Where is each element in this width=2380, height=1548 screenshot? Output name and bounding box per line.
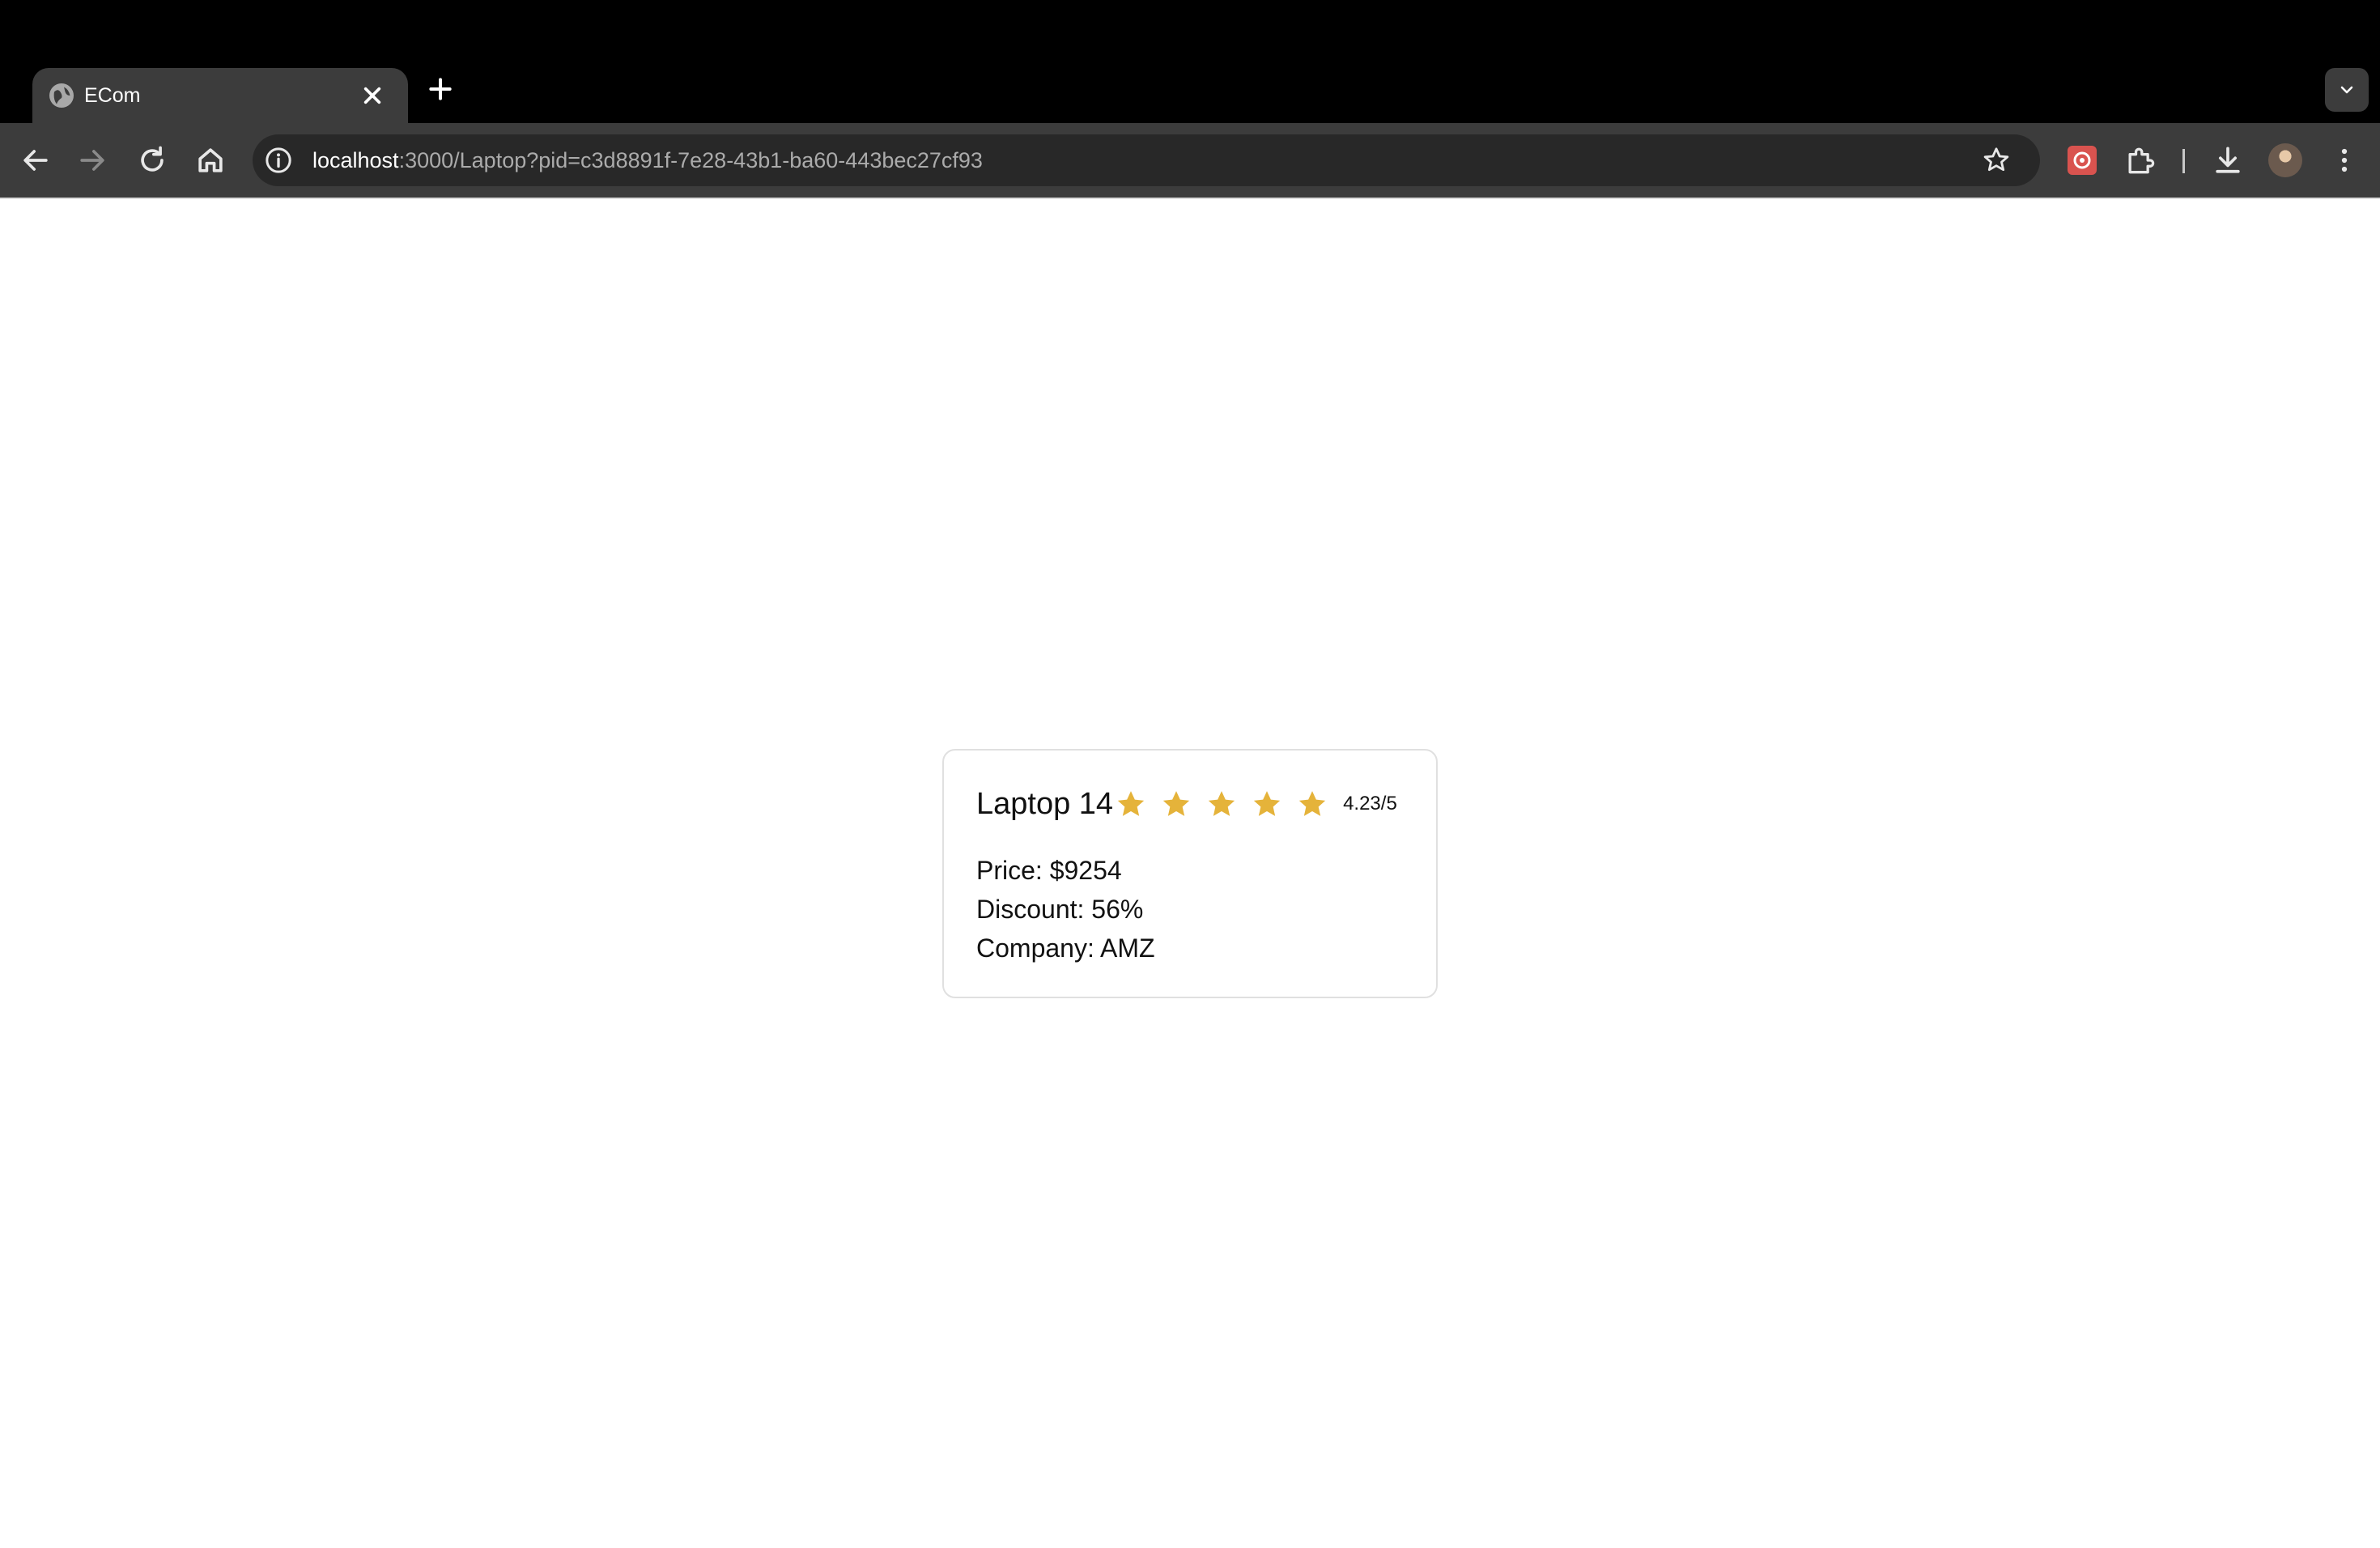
plus-icon[interactable] [424,73,457,105]
address-bar[interactable]: localhost:3000/Laptop?pid=c3d8891f-7e28-… [253,134,2040,186]
url-host: localhost [312,148,399,172]
home-icon[interactable] [193,142,228,178]
info-icon[interactable] [262,144,295,176]
globe-icon [47,81,76,110]
url-path: :3000/Laptop?pid=c3d8891f-7e28-43b1-ba60… [398,148,983,172]
tab-strip: ECom [0,0,2380,123]
rating-value: 4.23/5 [1343,793,1397,814]
star-icon [1298,791,1326,816]
company-text: Company: AMZ [976,933,1155,963]
close-icon[interactable] [356,79,389,112]
product-card: Laptop 14 4.23/5 Price: $9254 Discount: … [942,749,1438,998]
price-text: Price: $9254 [976,856,1122,885]
download-icon[interactable] [2210,142,2246,178]
arrow-right-icon[interactable] [74,142,110,178]
tab-search-button[interactable] [2325,68,2369,112]
browser-toolbar: localhost:3000/Laptop?pid=c3d8891f-7e28-… [0,123,2380,198]
tab-title: ECom [84,84,141,107]
star-icon [1208,791,1235,816]
product-header: Laptop 14 4.23/5 [976,785,1397,823]
puzzle-icon[interactable] [2123,142,2158,178]
toolbar-divider [2182,149,2185,173]
star-icon [1162,791,1190,816]
chevron-down-icon [2340,86,2353,94]
star-icon [1117,791,1145,816]
product-name: Laptop 14 [976,786,1114,821]
app-extension-icon[interactable] [2068,146,2097,175]
star-outline-icon[interactable] [1980,144,2012,176]
star-icon [1253,791,1281,816]
star-rating [1115,788,1343,820]
kebab-menu-icon[interactable] [2327,142,2362,178]
arrow-left-icon[interactable] [18,142,53,178]
browser-tab[interactable]: ECom [32,68,408,123]
avatar[interactable] [2268,143,2302,177]
chrome-divider [0,198,2380,199]
url-text[interactable]: localhost:3000/Laptop?pid=c3d8891f-7e28-… [312,134,983,186]
reload-icon[interactable] [134,142,170,178]
discount-text: Discount: 56% [976,895,1144,924]
product-details: Price: $9254 Discount: 56% Company: AMZ [976,851,1155,968]
